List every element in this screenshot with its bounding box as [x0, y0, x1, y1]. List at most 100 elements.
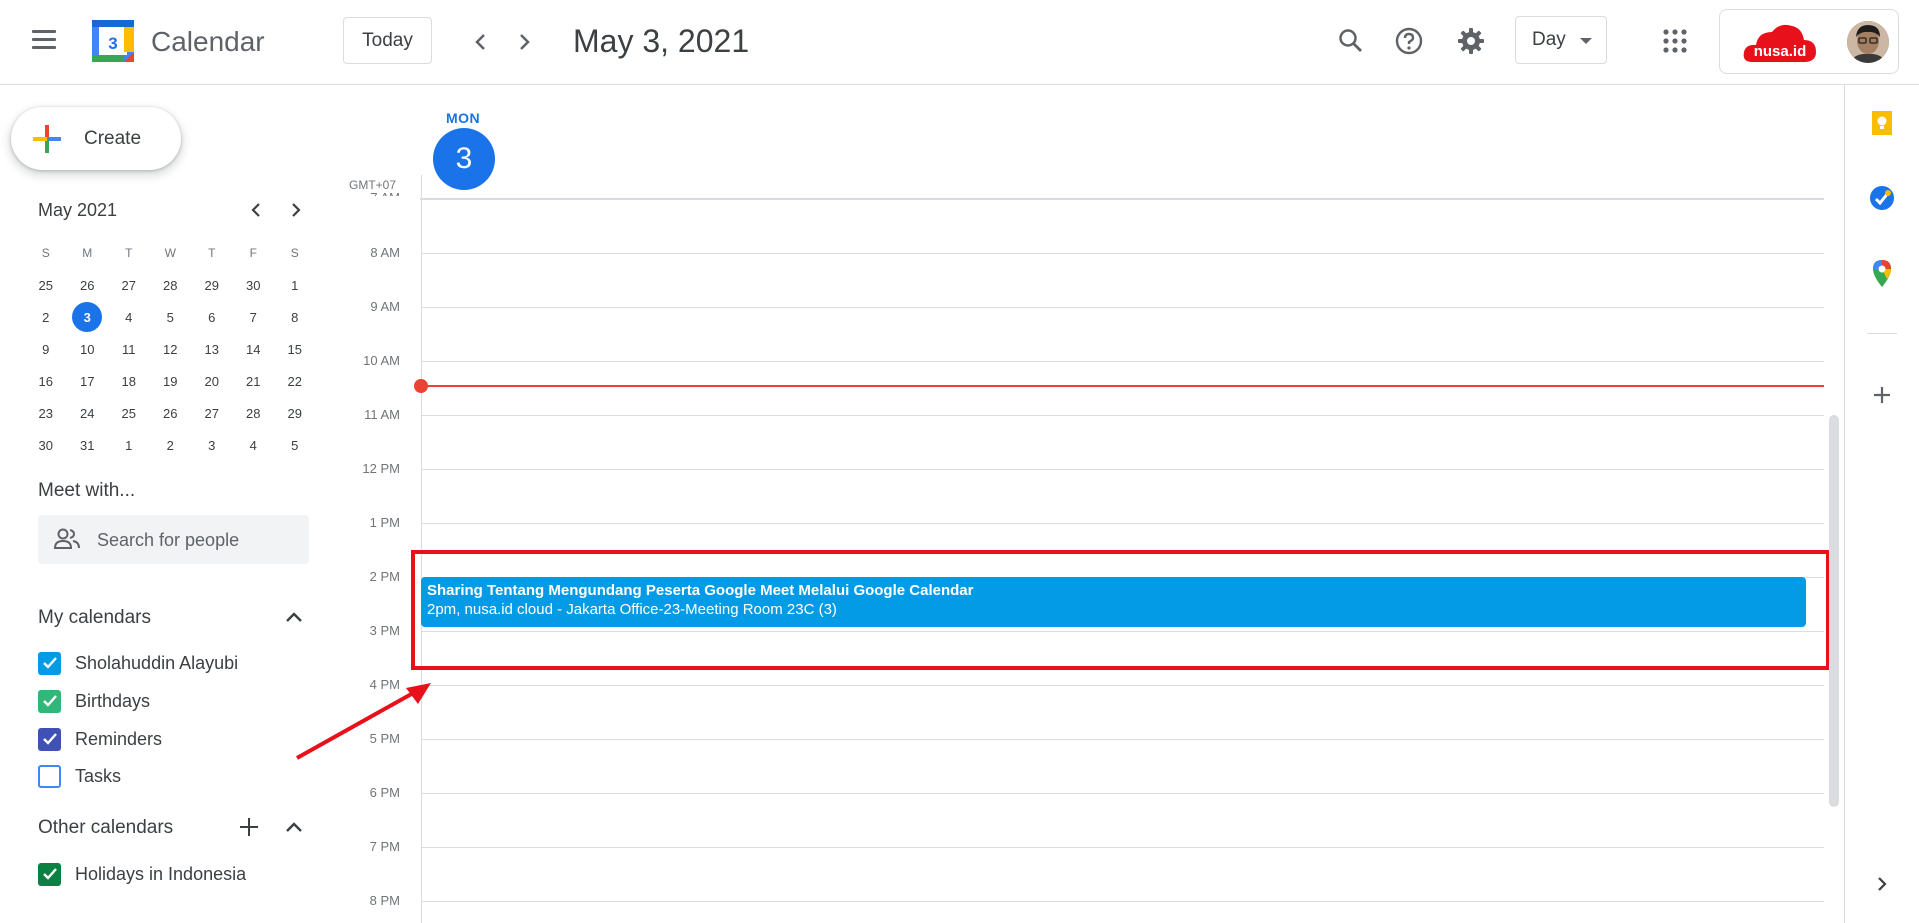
mini-calendar-day[interactable]: 19 [150, 365, 192, 397]
mini-calendar-day[interactable]: 11 [108, 333, 150, 365]
user-avatar[interactable] [1847, 21, 1889, 63]
checkbox-icon[interactable] [38, 862, 61, 886]
mini-calendar-day[interactable]: 27 [108, 269, 150, 301]
maps-button[interactable] [1867, 258, 1897, 288]
mini-calendar-prev-month[interactable] [243, 197, 269, 223]
mini-calendar-day-number: 20 [204, 373, 219, 389]
mini-calendar-day[interactable]: 1 [108, 429, 150, 461]
main-menu-icon[interactable] [32, 30, 56, 50]
mini-calendar-day[interactable]: 26 [150, 397, 192, 429]
mini-calendar-day[interactable]: 23 [25, 397, 67, 429]
mini-calendar-day[interactable]: 2 [25, 301, 67, 333]
calendar-toggle[interactable]: Holidays in Indonesia [38, 859, 246, 889]
mini-calendar-day[interactable]: 8 [274, 301, 316, 333]
previous-day-button[interactable] [466, 27, 496, 57]
calendar-toggle[interactable]: Sholahuddin Alayubi [38, 648, 238, 678]
mini-calendar-day[interactable]: 25 [25, 269, 67, 301]
mini-calendar-day-number: 26 [163, 405, 178, 421]
checkbox-icon[interactable] [38, 764, 61, 788]
mini-calendar-day[interactable]: 29 [274, 397, 316, 429]
plus-icon [240, 818, 258, 836]
mini-calendar-next-month[interactable] [283, 197, 309, 223]
mini-calendar-week: 16 17 18 19 20 21 22 [25, 365, 316, 397]
calendar-toggle[interactable]: Tasks [38, 761, 121, 791]
keep-button[interactable] [1867, 108, 1897, 138]
hour-line [421, 793, 1824, 794]
mini-calendar-day[interactable]: 30 [25, 429, 67, 461]
mini-calendar-day[interactable]: 31 [67, 429, 109, 461]
calendar-toggle[interactable]: Reminders [38, 724, 162, 754]
my-calendars-collapse[interactable] [281, 604, 307, 630]
mini-calendar-day-number: 3 [208, 437, 216, 453]
mini-calendar-day-number: 6 [208, 309, 216, 325]
get-addons-button[interactable] [1867, 380, 1897, 410]
mini-calendar-day[interactable]: 10 [67, 333, 109, 365]
settings-button[interactable] [1454, 24, 1488, 58]
mini-calendar-day-number: 27 [204, 405, 219, 421]
mini-calendar-day[interactable]: 2 [150, 429, 192, 461]
mini-calendar-day[interactable]: 18 [108, 365, 150, 397]
mini-calendar-day[interactable]: 28 [150, 269, 192, 301]
google-apps-button[interactable] [1658, 24, 1692, 58]
mini-calendar-day[interactable]: 29 [191, 269, 233, 301]
create-label: Create [84, 128, 142, 149]
mini-calendar-day-number: 7 [249, 309, 257, 325]
mini-calendar-day[interactable]: 4 [108, 301, 150, 333]
account-brand-text: nusa.id [1754, 43, 1807, 60]
create-event-button[interactable]: Create [11, 107, 181, 170]
checkbox-icon[interactable] [38, 689, 61, 713]
mini-calendar-day[interactable]: 14 [233, 333, 275, 365]
search-button[interactable] [1334, 24, 1368, 58]
support-button[interactable] [1392, 24, 1426, 58]
checkbox-icon[interactable] [38, 727, 61, 751]
mini-calendar-day[interactable]: 22 [274, 365, 316, 397]
mini-calendar-day[interactable]: 28 [233, 397, 275, 429]
mini-calendar-day[interactable]: 4 [233, 429, 275, 461]
mini-calendar-day-number: 17 [80, 373, 95, 389]
other-calendars-collapse[interactable] [281, 814, 307, 840]
day-number-button[interactable]: 3 [433, 128, 495, 190]
mini-calendar-day[interactable]: 15 [274, 333, 316, 365]
mini-calendar-day[interactable]: 30 [233, 269, 275, 301]
mini-calendar-day[interactable]: 5 [274, 429, 316, 461]
hide-side-panel-button[interactable] [1867, 869, 1897, 899]
mini-calendar-day[interactable]: 21 [233, 365, 275, 397]
mini-calendar-day[interactable]: 9 [25, 333, 67, 365]
mini-calendar-day[interactable]: 13 [191, 333, 233, 365]
mini-calendar-day[interactable]: 12 [150, 333, 192, 365]
mini-calendar-day-number: 19 [163, 373, 178, 389]
mini-weekday-label: T [125, 246, 133, 260]
mini-calendar-day-number: 30 [246, 277, 261, 293]
mini-calendar-day[interactable]: 24 [67, 397, 109, 429]
add-other-calendar-button[interactable] [236, 814, 262, 840]
mini-calendar-day[interactable]: 27 [191, 397, 233, 429]
mini-calendar-day-number: 16 [38, 373, 53, 389]
mini-calendar-day[interactable]: 6 [191, 301, 233, 333]
search-people-input[interactable]: Search for people [38, 515, 309, 564]
calendar-toggle[interactable]: Birthdays [38, 686, 150, 716]
calendar-app: 3 Calendar Today May 3, 2021 Day nusa.id… [0, 0, 1919, 923]
all-day-divider [420, 198, 1824, 200]
mini-calendar-day[interactable]: 17 [67, 365, 109, 397]
grid-scrollbar[interactable] [1829, 415, 1839, 807]
mini-calendar-day[interactable]: 5 [150, 301, 192, 333]
hour-line [421, 361, 1824, 362]
mini-calendar-day[interactable]: 3 [191, 429, 233, 461]
mini-calendar-day[interactable]: 26 [67, 269, 109, 301]
mini-calendar-day[interactable]: 1 [274, 269, 316, 301]
view-switcher[interactable]: Day [1515, 16, 1607, 64]
mini-calendar-day[interactable]: 25 [108, 397, 150, 429]
mini-calendar-week: 30 31 1 2 3 4 5 [25, 429, 316, 461]
account-switcher[interactable]: nusa.id [1719, 9, 1899, 74]
mini-calendar-day[interactable]: 3 [67, 301, 109, 333]
mini-calendar-day[interactable]: 16 [25, 365, 67, 397]
tasks-button[interactable] [1867, 183, 1897, 213]
mini-calendar-day[interactable]: 7 [233, 301, 275, 333]
mini-calendar-day-number: 28 [163, 277, 178, 293]
mini-calendar-day-number: 1 [291, 277, 299, 293]
next-day-button[interactable] [509, 27, 539, 57]
today-button[interactable]: Today [343, 17, 432, 64]
hour-label: 3 PM [369, 623, 400, 638]
mini-calendar-day[interactable]: 20 [191, 365, 233, 397]
checkbox-icon[interactable] [38, 651, 61, 675]
